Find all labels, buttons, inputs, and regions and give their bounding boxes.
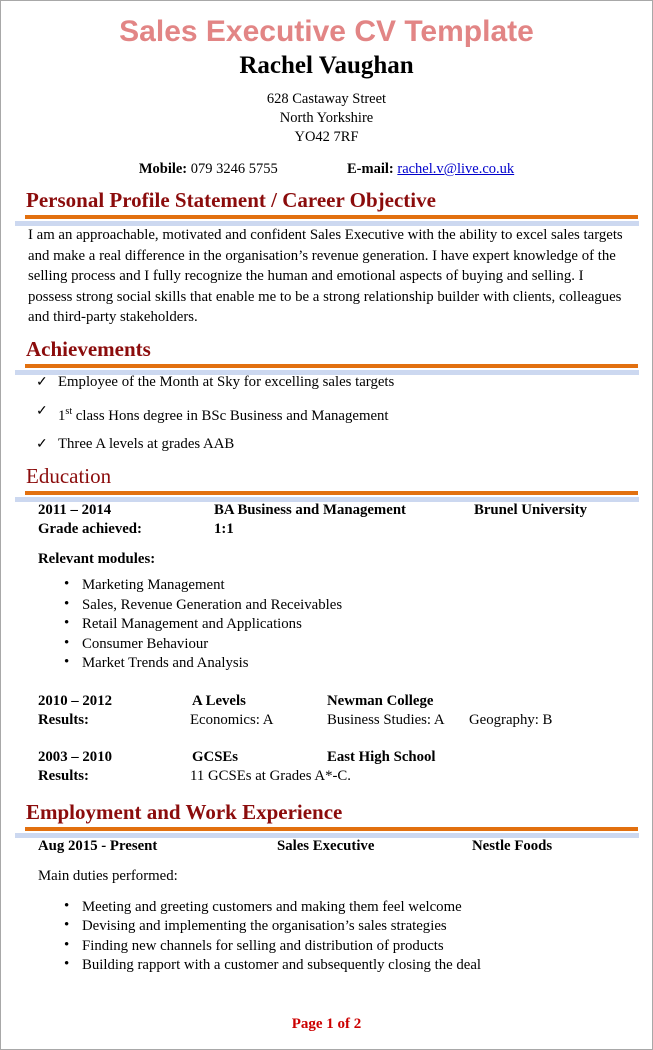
- relevant-modules-label: Relevant modules:: [38, 551, 156, 568]
- bullet-icon: •: [64, 576, 70, 593]
- divider-orange-bar: [25, 826, 638, 831]
- section-heading-achievements: Achievements: [26, 336, 151, 361]
- education-entry: 2011 – 2014 BA Business and Management B…: [14, 501, 639, 539]
- bullet-icon: •: [64, 595, 70, 612]
- email-link[interactable]: rachel.v@live.co.uk: [397, 161, 514, 177]
- page-footer: Page 1 of 2: [291, 1016, 362, 1032]
- duty-text: Building rapport with a customer and sub…: [82, 957, 482, 974]
- mobile-label: Mobile:: [138, 161, 188, 177]
- education-result-1: Economics: A: [190, 711, 274, 728]
- mobile-value: 079 3246 5755: [190, 161, 278, 177]
- section-heading-profile: Personal Profile Statement / Career Obje…: [26, 188, 436, 212]
- education-results-label: Results:: [38, 711, 89, 728]
- list-item: • Building rapport with a customer and s…: [14, 956, 639, 976]
- achievement-text: Employee of the Month at Sky for excelli…: [58, 373, 395, 390]
- list-item: • Finding new channels for selling and d…: [14, 937, 639, 957]
- bullet-icon: •: [64, 654, 70, 671]
- education-institution: Brunel University: [474, 502, 588, 519]
- candidate-name: Rachel Vaughan: [239, 52, 414, 79]
- education-grade-label: Grade achieved:: [38, 521, 142, 538]
- employment-company: Nestle Foods: [472, 837, 553, 854]
- divider-orange-bar: [25, 491, 638, 496]
- address-postcode: YO42 7RF: [294, 129, 359, 145]
- cv-content: Sales Executive CV Template Rachel Vaugh…: [1, 1, 652, 976]
- list-item: ✓ 1st class Hons degree in BSc Business …: [14, 402, 639, 426]
- duty-text: Finding new channels for selling and dis…: [82, 937, 444, 954]
- main-duties-list: • Meeting and greeting customers and mak…: [14, 898, 639, 976]
- cv-template-title: Sales Executive CV Template: [119, 15, 534, 48]
- main-duties-label: Main duties performed:: [38, 867, 178, 884]
- entry-row: Aug 2015 - Present Sales Executive Nestl…: [14, 837, 639, 856]
- divider-orange-bar: [25, 215, 638, 219]
- check-icon: ✓: [36, 403, 48, 419]
- entry-row: 2003 – 2010 GCSEs East High School: [14, 748, 639, 767]
- education-grade-value: 1:1: [214, 521, 234, 538]
- profile-statement-text: I am an approachable, motivated and conf…: [28, 227, 623, 325]
- duty-text: Meeting and greeting customers and makin…: [82, 898, 462, 915]
- achievements-list: ✓ Employee of the Month at Sky for excel…: [14, 373, 639, 455]
- education-date: 2003 – 2010: [38, 748, 112, 765]
- employment-entry: Aug 2015 - Present Sales Executive Nestl…: [14, 837, 639, 856]
- module-name: Consumer Behaviour: [82, 635, 209, 652]
- address-block: 628 Castaway Street North Yorkshire YO42…: [14, 90, 639, 147]
- education-result-3: Geography: B: [469, 711, 553, 728]
- list-item: • Sales, Revenue Generation and Receivab…: [14, 596, 639, 616]
- list-item: • Meeting and greeting customers and mak…: [14, 898, 639, 918]
- achievement-text: class Hons degree in BSc Business and Ma…: [72, 407, 389, 424]
- bullet-icon: •: [64, 634, 70, 651]
- education-institution: Newman College: [327, 692, 434, 709]
- education-entry: 2003 – 2010 GCSEs East High School Resul…: [14, 748, 639, 786]
- entry-row: Grade achieved: 1:1: [14, 520, 639, 539]
- divider-orange-bar: [25, 363, 638, 368]
- list-item: • Consumer Behaviour: [14, 635, 639, 655]
- education-date: 2010 – 2012: [38, 692, 112, 709]
- education-result-2: Business Studies: A: [327, 711, 445, 728]
- bullet-icon: •: [64, 936, 70, 953]
- address-line-2: North Yorkshire: [279, 110, 374, 126]
- list-item: ✓ Employee of the Month at Sky for excel…: [14, 373, 639, 392]
- entry-row: 2010 – 2012 A Levels Newman College: [14, 692, 639, 711]
- module-name: Market Trends and Analysis: [82, 655, 249, 672]
- education-qualification: GCSEs: [192, 748, 239, 765]
- cv-page: Sales Executive CV Template Rachel Vaugh…: [0, 0, 653, 1050]
- check-icon: ✓: [36, 374, 48, 390]
- education-date: 2011 – 2014: [38, 502, 112, 519]
- relevant-modules-list: • Marketing Management • Sales, Revenue …: [14, 576, 639, 674]
- education-institution: East High School: [327, 748, 436, 765]
- bullet-icon: •: [64, 615, 70, 632]
- module-name: Sales, Revenue Generation and Receivable…: [82, 596, 343, 613]
- education-entry: 2010 – 2012 A Levels Newman College Resu…: [14, 692, 639, 730]
- list-item: ✓ Three A levels at grades AAB: [14, 435, 639, 454]
- address-line-1: 628 Castaway Street: [266, 91, 387, 107]
- email-label: E-mail:: [347, 161, 394, 177]
- achievement-text: Three A levels at grades AAB: [58, 436, 235, 453]
- list-item: • Retail Management and Applications: [14, 615, 639, 635]
- employment-date: Aug 2015 - Present: [38, 837, 158, 854]
- list-item: • Devising and implementing the organisa…: [14, 917, 639, 937]
- education-results-label: Results:: [38, 767, 89, 784]
- list-item: • Market Trends and Analysis: [14, 654, 639, 674]
- module-name: Retail Management and Applications: [82, 616, 302, 633]
- section-heading-employment: Employment and Work Experience: [26, 799, 343, 824]
- module-name: Marketing Management: [82, 577, 225, 594]
- list-item: • Marketing Management: [14, 576, 639, 596]
- entry-row: Results: Economics: A Business Studies: …: [14, 711, 639, 730]
- employment-role: Sales Executive: [277, 837, 375, 854]
- bullet-icon: •: [64, 917, 70, 934]
- duty-text: Devising and implementing the organisati…: [82, 918, 447, 935]
- bullet-icon: •: [64, 897, 70, 914]
- education-result-1: 11 GCSEs at Grades A*-C.: [190, 767, 351, 784]
- contact-row: Mobile: 079 3246 5755 E-mail: rachel.v@l…: [14, 160, 639, 179]
- bullet-icon: •: [64, 956, 70, 973]
- education-qualification: A Levels: [192, 692, 246, 709]
- entry-row: Results: 11 GCSEs at Grades A*-C.: [14, 767, 639, 786]
- check-icon: ✓: [36, 437, 48, 453]
- education-qualification: BA Business and Management: [214, 502, 406, 519]
- entry-row: 2011 – 2014 BA Business and Management B…: [14, 501, 639, 520]
- section-heading-education: Education: [26, 464, 112, 489]
